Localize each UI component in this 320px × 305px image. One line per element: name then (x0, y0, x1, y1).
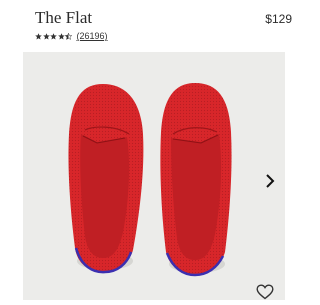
review-count-link[interactable]: (26196) (77, 31, 108, 41)
product-image-gallery[interactable] (23, 52, 285, 300)
next-image-button[interactable] (262, 170, 278, 192)
star-icon (57, 32, 65, 40)
star-icon (35, 32, 42, 40)
heart-outline-icon (256, 284, 274, 300)
star-icon (42, 32, 50, 40)
favorite-button[interactable] (256, 284, 274, 300)
star-icon (50, 32, 57, 40)
chevron-right-icon (266, 174, 275, 188)
product-title: The Flat (35, 8, 93, 27)
product-price: $129 (265, 12, 292, 26)
right-shoe (160, 83, 232, 277)
left-shoe (68, 84, 144, 274)
rating-row: (26196) (35, 31, 108, 41)
star-half-icon (65, 32, 72, 40)
product-image (68, 83, 232, 277)
product-header: The Flat $129 (26196) (0, 0, 300, 52)
rating-stars (35, 32, 73, 40)
